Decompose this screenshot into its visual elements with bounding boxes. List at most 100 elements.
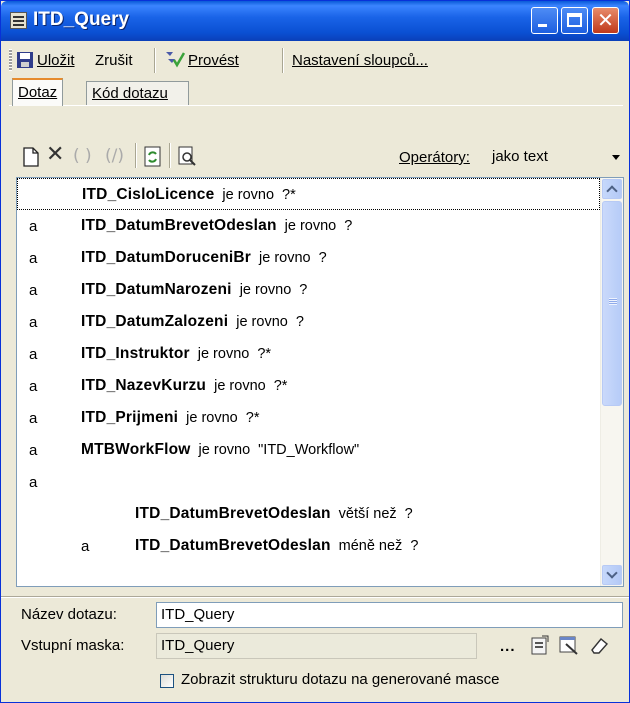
refresh-icon[interactable] <box>143 146 163 168</box>
condition-value: ? <box>299 282 308 298</box>
execute-label: Provést <box>188 52 239 69</box>
minimize-icon <box>538 24 547 27</box>
condition-list[interactable]: ITD_CisloLicence je rovno ?* a ITD_DatumBrev… <box>16 177 624 587</box>
remove-parentheses-icon[interactable]: (/) <box>105 145 124 167</box>
condition-conjunction: a <box>29 378 38 395</box>
condition-field-name: ITD_CisloLicence <box>82 186 215 203</box>
scroll-thumb[interactable] <box>602 201 622 406</box>
condition-conjunction: a <box>29 410 38 427</box>
query-name-field[interactable]: ITD_Query <box>156 602 623 628</box>
condition-field: MTBWorkFlow je rovno "ITD_Workflow" <box>81 434 359 466</box>
condition-field: ITD_Instruktor je rovno ?* <box>81 338 271 370</box>
condition-row[interactable]: a ITD_DatumBrevetOdeslan méně než? <box>17 530 600 562</box>
condition-row[interactable]: a MTBWorkFlow je rovno "ITD_Workflow" <box>17 434 600 466</box>
condition-value: "ITD_Workflow" <box>258 442 360 458</box>
preview-icon[interactable] <box>177 146 199 168</box>
execute-button[interactable]: Provést <box>165 50 239 72</box>
condition-row[interactable]: a ITD_Prijmeni je rovno ?* <box>17 402 600 434</box>
condition-field-name: ITD_Instruktor <box>81 345 190 362</box>
condition-operator: je rovno <box>284 218 337 234</box>
condition-conjunction: a <box>29 250 38 267</box>
condition-conjunction: a <box>29 218 38 235</box>
scroll-down-icon[interactable] <box>602 565 622 585</box>
app-icon <box>10 12 27 29</box>
show-structure-checkbox[interactable] <box>160 674 174 688</box>
condition-row[interactable]: a ITD_DatumZalozeni je rovno? <box>17 306 600 338</box>
tab-divider <box>9 105 623 106</box>
save-button[interactable]: Uložit <box>17 50 75 72</box>
edit-mask-icon[interactable] <box>558 634 580 656</box>
toolbar-separator <box>282 48 284 73</box>
toolbar-separator <box>135 143 137 168</box>
condition-row[interactable]: a <box>17 466 600 498</box>
eraser-icon[interactable] <box>588 634 610 656</box>
condition-row[interactable]: a ITD_Instruktor je rovno ?* <box>17 338 600 370</box>
condition-row[interactable]: a ITD_NazevKurzu je rovno ?* <box>17 370 600 402</box>
operators-select[interactable]: jako text <box>488 144 624 172</box>
input-mask-field[interactable]: ITD_Query <box>156 633 477 659</box>
title-bar[interactable]: ITD_Query ✕ <box>1 1 629 41</box>
tab-query-code[interactable]: Kód dotazu <box>86 81 189 105</box>
condition-row[interactable]: a ITD_DatumBrevetOdeslan je rovno? <box>17 210 600 242</box>
condition-field-name: ITD_DatumBrevetOdeslan <box>81 217 277 234</box>
condition-row[interactable]: ITD_DatumBrevetOdeslan větší než? <box>17 498 600 530</box>
tab-query-code-label: Kód dotazu <box>92 85 168 102</box>
condition-field: ITD_CisloLicence je rovno ?* <box>82 179 296 211</box>
parentheses-icon[interactable]: ( ) <box>73 145 92 167</box>
condition-field: ITD_Prijmeni je rovno ?* <box>81 402 259 434</box>
form-divider <box>1 596 629 598</box>
condition-field: ITD_DatumBrevetOdeslan méně než? <box>135 530 418 562</box>
operators-value: jako text <box>492 148 548 165</box>
condition-operator: je rovno <box>222 187 275 203</box>
show-structure-label[interactable]: Zobrazit strukturu dotazu na generované … <box>181 671 500 688</box>
save-icon <box>17 52 33 68</box>
condition-value: ?* <box>282 187 296 203</box>
condition-row[interactable]: a ITD_DatumNarozeni je rovno? <box>17 274 600 306</box>
window-title: ITD_Query <box>33 9 130 30</box>
condition-field-name: ITD_DatumBrevetOdeslan <box>135 537 331 554</box>
condition-operator: je rovno <box>197 346 250 362</box>
condition-field: ITD_DatumZalozeni je rovno? <box>81 306 304 338</box>
operators-label: Operátory: <box>399 149 470 166</box>
toolbar-grip[interactable] <box>9 49 12 71</box>
close-button[interactable]: ✕ <box>592 7 619 34</box>
condition-conjunction: a <box>29 346 38 363</box>
condition-row[interactable]: a ITD_DatumDoruceniBr je rovno? <box>17 242 600 274</box>
new-condition-icon[interactable] <box>23 147 39 167</box>
condition-operator: větší než <box>338 506 397 522</box>
condition-operator: je rovno <box>186 410 238 426</box>
query-window: ITD_Query ✕ Uložit Zrušit Provést Nastav… <box>0 0 630 703</box>
condition-value: ? <box>344 218 353 234</box>
condition-field: ITD_DatumNarozeni je rovno? <box>81 274 307 306</box>
vertical-scrollbar[interactable] <box>600 178 623 586</box>
toolbar-separator <box>169 143 171 168</box>
dropdown-arrow-icon[interactable] <box>612 155 620 160</box>
condition-field: ITD_DatumDoruceniBr je rovno? <box>81 242 327 274</box>
column-settings-button[interactable]: Nastavení sloupců... <box>292 50 428 72</box>
condition-value: ?* <box>245 410 260 426</box>
condition-value: ? <box>410 538 419 554</box>
cancel-button[interactable]: Zrušit <box>95 50 133 72</box>
condition-operator: je rovno <box>198 442 251 458</box>
condition-row[interactable]: ITD_CisloLicence je rovno ?* <box>17 178 600 210</box>
scroll-up-icon[interactable] <box>602 179 622 199</box>
tab-query-label: Dotaz <box>18 84 58 101</box>
maximize-icon <box>567 13 582 27</box>
tab-query[interactable]: Dotaz <box>12 78 64 106</box>
condition-field: ITD_DatumBrevetOdeslan je rovno? <box>81 210 352 242</box>
condition-value: ? <box>295 314 304 330</box>
minimize-button[interactable] <box>531 7 558 34</box>
browse-button[interactable]: ... <box>500 638 516 655</box>
delete-icon[interactable]: ✕ <box>46 144 64 166</box>
condition-operator: je rovno <box>214 378 266 394</box>
condition-field: ITD_DatumBrevetOdeslan větší než? <box>135 498 413 530</box>
condition-conjunction: a <box>29 282 38 299</box>
mask-properties-icon[interactable] <box>529 634 551 656</box>
condition-operator: je rovno <box>239 282 292 298</box>
condition-value: ? <box>404 506 413 522</box>
maximize-button[interactable] <box>561 7 588 34</box>
condition-conjunction: a <box>29 442 38 459</box>
condition-conjunction: a <box>29 474 38 491</box>
condition-conjunction: a <box>81 538 90 555</box>
condition-field-name: ITD_DatumBrevetOdeslan <box>135 505 331 522</box>
